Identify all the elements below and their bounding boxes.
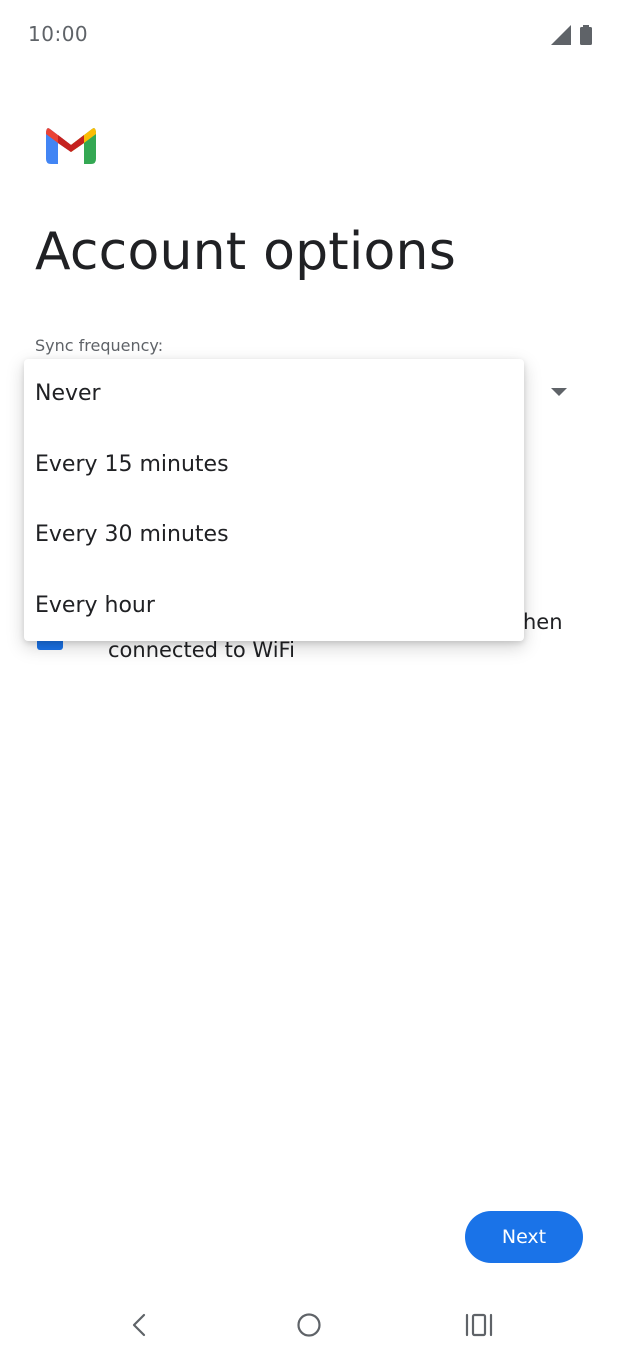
- menu-item-never[interactable]: Never: [24, 359, 524, 429]
- signal-icon: [551, 25, 571, 45]
- menu-item-label: Never: [35, 381, 101, 406]
- dropdown-arrow-icon[interactable]: [551, 388, 567, 396]
- recents-icon[interactable]: [465, 1312, 493, 1338]
- status-time: 10:00: [28, 22, 89, 46]
- page-title: Account options: [35, 222, 457, 282]
- back-icon[interactable]: [128, 1312, 150, 1338]
- battery-icon: [580, 25, 592, 45]
- wifi-option-text-tail: hen: [523, 610, 563, 634]
- menu-item-label: Every 15 minutes: [35, 452, 229, 477]
- menu-item-label: Every 30 minutes: [35, 522, 229, 547]
- menu-item-every-hour[interactable]: Every hour: [24, 571, 524, 641]
- status-bar: 10:00: [0, 0, 618, 70]
- next-button[interactable]: Next: [465, 1211, 583, 1263]
- gmail-logo-icon: [46, 128, 96, 164]
- navigation-bar: [0, 1290, 618, 1360]
- wifi-option-text: connected to WiFi: [108, 638, 295, 662]
- home-icon[interactable]: [296, 1312, 322, 1338]
- menu-item-every-30-minutes[interactable]: Every 30 minutes: [24, 500, 524, 570]
- sync-frequency-label: Sync frequency:: [35, 336, 164, 355]
- menu-item-every-15-minutes[interactable]: Every 15 minutes: [24, 430, 524, 500]
- sync-frequency-dropdown: Never Every 15 minutes Every 30 minutes …: [24, 359, 524, 641]
- menu-item-label: Every hour: [35, 593, 155, 618]
